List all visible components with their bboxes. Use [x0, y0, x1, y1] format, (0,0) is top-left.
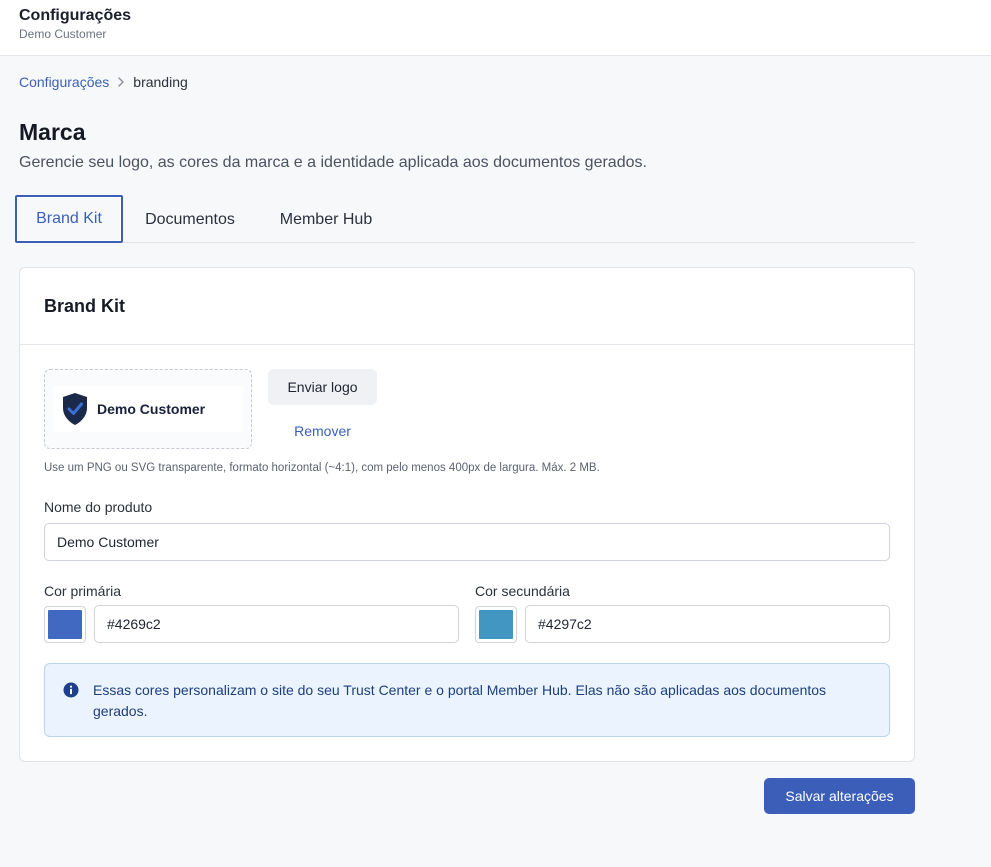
secondary-color-input[interactable]: [525, 605, 890, 643]
secondary-color-label: Cor secundária: [475, 583, 570, 599]
info-callout: Essas cores personalizam o site do seu T…: [44, 663, 890, 737]
remove-logo-button[interactable]: Remover: [268, 418, 377, 444]
info-icon: [63, 682, 79, 698]
top-bar: Configurações Demo Customer: [0, 0, 991, 56]
tab-brand-kit[interactable]: Brand Kit: [15, 195, 123, 243]
info-text: Essas cores personalizam o site do seu T…: [93, 682, 827, 719]
primary-color-swatch[interactable]: [44, 606, 86, 643]
secondary-color-swatch[interactable]: [475, 606, 517, 643]
save-changes-button[interactable]: Salvar alterações: [764, 778, 915, 814]
logo-preview: Demo Customer: [44, 369, 252, 449]
upload-logo-button[interactable]: Enviar logo: [268, 369, 377, 405]
shield-check-icon: [61, 392, 89, 426]
secondary-color-fill: [479, 610, 513, 639]
chevron-right-icon: [117, 77, 125, 87]
tab-documentos[interactable]: Documentos: [133, 197, 247, 243]
product-name-input[interactable]: [44, 523, 890, 561]
card-title: Brand Kit: [44, 296, 125, 316]
product-name-label: Nome do produto: [44, 499, 153, 515]
app-title: Configurações: [19, 7, 132, 24]
breadcrumb-current: branding: [133, 74, 188, 90]
page-title: Marca: [19, 119, 86, 145]
tab-bar: Brand Kit Documentos Member Hub: [15, 195, 915, 243]
page-description: Gerencie seu logo, as cores da marca e a…: [19, 154, 647, 171]
breadcrumb-link-settings[interactable]: Configurações: [19, 74, 109, 90]
primary-color-label: Cor primária: [44, 583, 122, 599]
logo-text: Demo Customer: [97, 401, 206, 417]
tab-member-hub[interactable]: Member Hub: [267, 197, 385, 243]
breadcrumb: Configurações branding: [19, 73, 188, 91]
card-header: Brand Kit: [20, 268, 914, 345]
logo-hint: Use um PNG ou SVG transparente, formato …: [44, 462, 600, 474]
brand-kit-card: Brand Kit Demo Customer Enviar logo Remo…: [19, 267, 915, 762]
primary-color-fill: [48, 610, 82, 639]
workspace-name: Demo Customer: [19, 27, 107, 41]
primary-color-input[interactable]: [94, 605, 459, 643]
logo-image: Demo Customer: [53, 386, 243, 432]
